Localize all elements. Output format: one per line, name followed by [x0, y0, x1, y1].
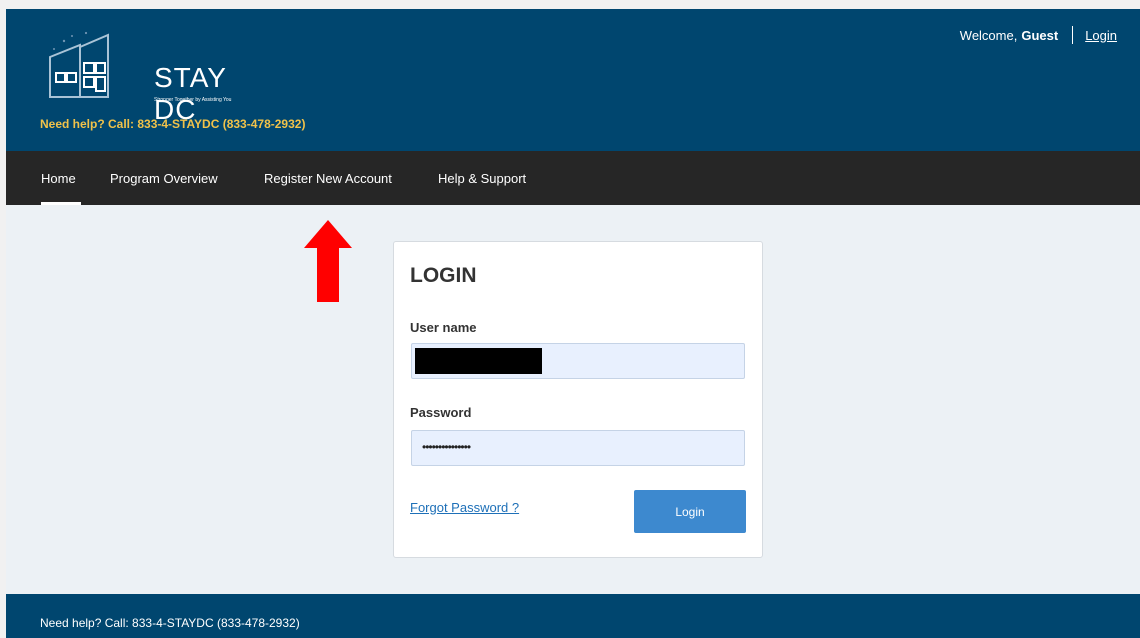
redacted-username	[415, 348, 542, 374]
nav-item-register-new-account[interactable]: Register New Account	[264, 171, 392, 186]
login-button[interactable]: Login	[634, 490, 746, 533]
nav-item-help-support[interactable]: Help & Support	[438, 171, 526, 186]
site-footer: Need help? Call: 833-4-STAYDC (833-478-2…	[6, 594, 1140, 638]
username-field[interactable]	[411, 343, 745, 379]
page: STAY DC Stronger Together by Assisting Y…	[6, 9, 1140, 638]
nav-active-indicator	[41, 202, 81, 205]
login-title: LOGIN	[410, 264, 477, 287]
header-login-link[interactable]: Login	[1085, 28, 1117, 43]
password-label: Password	[410, 405, 472, 420]
nav-item-program-overview[interactable]: Program Overview	[110, 171, 218, 186]
logo-tagline: Stronger Together by Assisting You	[154, 97, 232, 103]
footer-help-text: Need help? Call: 833-4-STAYDC (833-478-2…	[40, 616, 300, 630]
header-divider	[1072, 26, 1074, 44]
site-header: STAY DC Stronger Together by Assisting Y…	[6, 9, 1140, 151]
password-value: •••••••••••••••	[422, 440, 471, 454]
nav-item-home[interactable]: Home	[41, 171, 76, 186]
help-phone-text: Need help? Call: 833-4-STAYDC (833-478-2…	[40, 117, 306, 131]
forgot-password-link[interactable]: Forgot Password ?	[410, 500, 519, 515]
main-nav: Home Program Overview Register New Accou…	[6, 151, 1140, 205]
username-label: User name	[410, 320, 477, 335]
building-icon	[49, 31, 109, 98]
stay-dc-logo[interactable]: STAY DC Stronger Together by Assisting Y…	[42, 27, 262, 125]
login-card: LOGIN User name Password •••••••••••••••…	[393, 241, 763, 558]
welcome-text: Welcome,	[959, 27, 1018, 43]
red-arrow-annotation	[304, 220, 352, 302]
password-field[interactable]: •••••••••••••••	[411, 430, 745, 466]
user-area: Welcome, Guest Login	[960, 26, 1117, 44]
welcome-user: Guest	[1021, 27, 1059, 43]
